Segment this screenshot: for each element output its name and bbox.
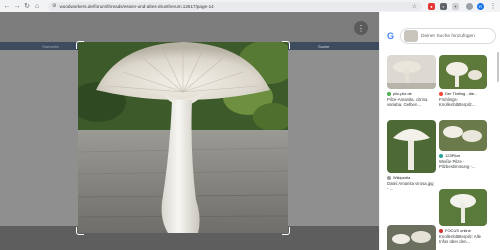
- extension-icon[interactable]: ◐: [440, 2, 447, 10]
- result-title: Datei:Amanita virosa.jpg - ...: [387, 180, 434, 191]
- google-logo: G: [387, 31, 395, 41]
- result-source: 123Pilze: [445, 153, 461, 158]
- reload-icon[interactable]: ↻: [22, 1, 32, 11]
- browser-toolbar: ← → ↻ ⌂ ⚙ woodworkers.de/forum/threads/e…: [0, 0, 500, 12]
- selection-corner-handle[interactable]: [76, 227, 84, 235]
- result-source: pilz-pilz.de: [393, 91, 412, 96]
- url-text: woodworkers.de/forum/threads/essen-und-a…: [59, 3, 214, 9]
- result-thumbnail: [439, 55, 487, 89]
- lens-search-placeholder: Deiner Suche hinzufügen: [421, 33, 475, 39]
- result-card[interactable]: pilz-pilz.de Pilze-Amanita, citrina vari…: [387, 55, 436, 107]
- result-thumbnail: [387, 225, 436, 250]
- result-title: Knollenblätterpilz: Alle Infos über den.…: [439, 233, 482, 244]
- bookmark-star-icon[interactable]: ☆: [412, 3, 417, 10]
- home-icon[interactable]: ⌂: [32, 1, 42, 11]
- result-card[interactable]: [387, 225, 436, 250]
- selected-image[interactable]: [78, 42, 288, 233]
- mushroom-photo: [78, 42, 288, 233]
- forward-icon[interactable]: →: [12, 1, 22, 11]
- result-title: Frühlings-Knollenblätterpilz...: [439, 96, 476, 107]
- result-source: Wikipedia: [393, 175, 411, 180]
- page-header-dimmed: [0, 12, 379, 42]
- address-bar[interactable]: ⚙ woodworkers.de/forum/threads/essen-und…: [48, 1, 422, 11]
- page-content: Startseite Aktuelles Galerie Medienpagen…: [0, 12, 379, 250]
- result-card[interactable]: FOCUS online Knollenblätterpilz: Alle In…: [439, 189, 487, 244]
- selected-image-thumbnail: [404, 30, 418, 42]
- result-title: Pilze-Amanita, citrina variaba, Gelben..…: [387, 96, 428, 107]
- search-link[interactable]: Suche: [318, 44, 329, 49]
- back-icon[interactable]: ←: [2, 1, 12, 11]
- extensions-puzzle-icon[interactable]: ✦: [452, 2, 459, 10]
- result-source: Der Tintling - die...: [445, 91, 478, 96]
- result-thumbnail: [387, 55, 436, 89]
- result-title: Weiße Pilze - Pilzbestimmung -...: [439, 158, 476, 169]
- result-thumbnail: [387, 120, 436, 173]
- result-card[interactable]: Wikipedia Datei:Amanita virosa.jpg - ...: [387, 120, 436, 191]
- selection-corner-handle[interactable]: [76, 41, 84, 49]
- result-source: FOCUS online: [445, 228, 471, 233]
- lens-search-box[interactable]: Deiner Suche hinzufügen: [400, 28, 496, 44]
- lens-more-options-icon[interactable]: ⋮: [354, 21, 368, 35]
- result-thumbnail: [439, 189, 487, 226]
- result-card[interactable]: Der Tintling - die... Frühlings-Knollenb…: [439, 55, 487, 107]
- selection-corner-handle[interactable]: [282, 41, 290, 49]
- panel-scrollbar[interactable]: [497, 52, 499, 82]
- site-info-icon[interactable]: ⚙: [52, 3, 56, 9]
- extension-icon[interactable]: ●: [428, 2, 435, 10]
- nav-home-link[interactable]: Startseite: [42, 44, 59, 49]
- browser-menu-icon[interactable]: ⋮: [488, 1, 498, 11]
- result-thumbnail: [439, 120, 487, 151]
- selection-corner-handle[interactable]: [282, 227, 290, 235]
- profile-avatar[interactable]: R: [477, 2, 484, 10]
- result-card[interactable]: 123Pilze Weiße Pilze - Pilzbestimmung -.…: [439, 120, 487, 169]
- lens-side-panel: G Deiner Suche hinzufügen pilz-pilz.de P…: [380, 12, 500, 250]
- profile-avatar[interactable]: [466, 2, 473, 10]
